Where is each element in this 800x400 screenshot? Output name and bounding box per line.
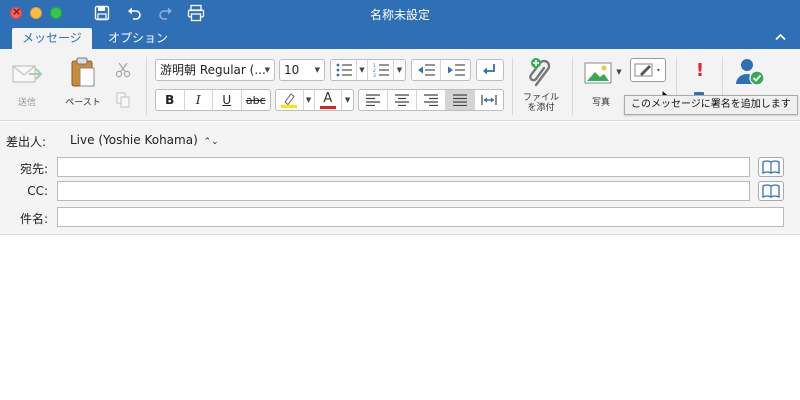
to-address-book-button[interactable] (758, 157, 784, 177)
increase-indent-icon[interactable] (441, 60, 470, 80)
return-arrow-icon (477, 60, 503, 80)
decrease-indent-icon[interactable] (412, 60, 441, 80)
strikethrough-button[interactable]: abc (242, 90, 270, 110)
address-book-icon (762, 184, 780, 198)
picture-icon (584, 62, 612, 84)
paperclip-icon (529, 58, 551, 87)
color-buttons: ▼ A ▼ (275, 89, 354, 111)
distribute-icon[interactable] (475, 90, 503, 110)
font-size-value: 10 (284, 63, 300, 77)
to-label: 宛先: (19, 162, 48, 176)
cut-icon[interactable] (114, 61, 132, 79)
clipboard-icon (71, 57, 95, 87)
font-name-dropdown[interactable]: 游明朝 Regular (... ▼ (155, 59, 275, 81)
paste-button[interactable] (66, 55, 100, 89)
cc-address-book-button[interactable] (758, 181, 784, 201)
send-icon (12, 65, 43, 83)
font-size-dropdown[interactable]: 10 ▼ (279, 59, 325, 81)
bold-button[interactable]: B (156, 90, 185, 110)
mail-compose-window: 名称未設定 メッセージ オプション 送信 ペースト 游明朝 Regular (.… (0, 0, 800, 400)
from-account-value: Live (Yoshie Kohama) (70, 133, 198, 147)
indent-buttons (411, 59, 471, 81)
title-bar: 名称未設定 (0, 0, 800, 27)
ribbon-separator (146, 57, 147, 115)
attach-file-label: ファイル を添付 (518, 93, 564, 113)
italic-button[interactable]: I (185, 90, 213, 110)
numbered-list-icon[interactable]: 123 (368, 60, 394, 80)
high-importance-button[interactable]: ! (690, 59, 710, 81)
font-name-value: 游明朝 Regular (... (160, 63, 266, 77)
ribbon-separator (572, 57, 573, 115)
tab-message[interactable]: メッセージ (12, 28, 92, 49)
font-color-button[interactable]: A (315, 90, 343, 110)
line-break-button[interactable] (476, 59, 504, 81)
highlight-dropdown[interactable]: ▼ (304, 90, 315, 110)
attach-file-button[interactable] (524, 55, 558, 89)
to-field[interactable] (57, 157, 750, 177)
font-color-swatch (319, 105, 336, 109)
message-header-fields: 差出人: Live (Yoshie Kohama) ⌃⌄ 宛先: CC: 件名: (0, 122, 800, 235)
svg-text:3: 3 (373, 73, 376, 77)
address-book-icon (762, 160, 780, 174)
ribbon-separator (512, 57, 513, 115)
subject-field[interactable] (57, 207, 784, 227)
cc-label: CC: (27, 184, 48, 198)
cc-field[interactable] (57, 181, 750, 201)
photo-label: 写真 (591, 98, 610, 108)
align-left-icon[interactable] (359, 90, 388, 110)
window-title: 名称未設定 (369, 8, 430, 22)
numbered-list-dropdown[interactable]: ▼ (394, 60, 405, 80)
updown-chevron-icon: ⌃⌄ (203, 137, 219, 147)
alignment-buttons (358, 89, 504, 111)
signature-button[interactable] (630, 58, 666, 82)
font-color-letter: A (323, 90, 333, 106)
paste-label: ペースト (65, 98, 101, 108)
underline-button[interactable]: U (213, 90, 242, 110)
signature-tooltip: このメッセージに署名を追加します (624, 95, 798, 115)
font-color-dropdown[interactable]: ▼ (342, 90, 353, 110)
photo-button[interactable] (582, 59, 614, 87)
copy-icon[interactable] (114, 91, 132, 109)
send-label: 送信 (17, 98, 36, 108)
align-right-icon[interactable] (417, 90, 446, 110)
attach-file-label-line2: を添付 (527, 103, 555, 113)
send-button[interactable] (10, 59, 44, 89)
from-label: 差出人: (6, 135, 47, 149)
subject-label: 件名: (19, 212, 48, 226)
align-center-icon[interactable] (388, 90, 417, 110)
attach-file-label-line1: ファイル (522, 93, 559, 103)
check-names-button[interactable] (732, 55, 768, 89)
highlight-icon[interactable] (276, 90, 304, 110)
bullet-list-dropdown[interactable]: ▼ (357, 60, 368, 80)
justify-icon[interactable] (446, 90, 475, 110)
photo-dropdown-icon[interactable]: ▼ (614, 67, 624, 77)
tab-options[interactable]: オプション (98, 28, 178, 49)
collapse-ribbon-icon[interactable] (775, 30, 786, 44)
ribbon-tab-bar: メッセージ オプション (0, 27, 800, 49)
chevron-down-icon: ▼ (314, 66, 320, 74)
text-style-buttons: B I U abc (155, 89, 271, 111)
bullet-list-icon[interactable] (331, 60, 357, 80)
message-body-editor[interactable] (0, 236, 800, 400)
signature-pen-icon (634, 63, 660, 77)
person-check-icon (736, 59, 765, 86)
from-account-selector[interactable]: Live (Yoshie Kohama) ⌃⌄ (70, 133, 219, 147)
list-buttons: ▼ 123 ▼ (330, 59, 406, 81)
chevron-down-icon: ▼ (264, 66, 270, 74)
